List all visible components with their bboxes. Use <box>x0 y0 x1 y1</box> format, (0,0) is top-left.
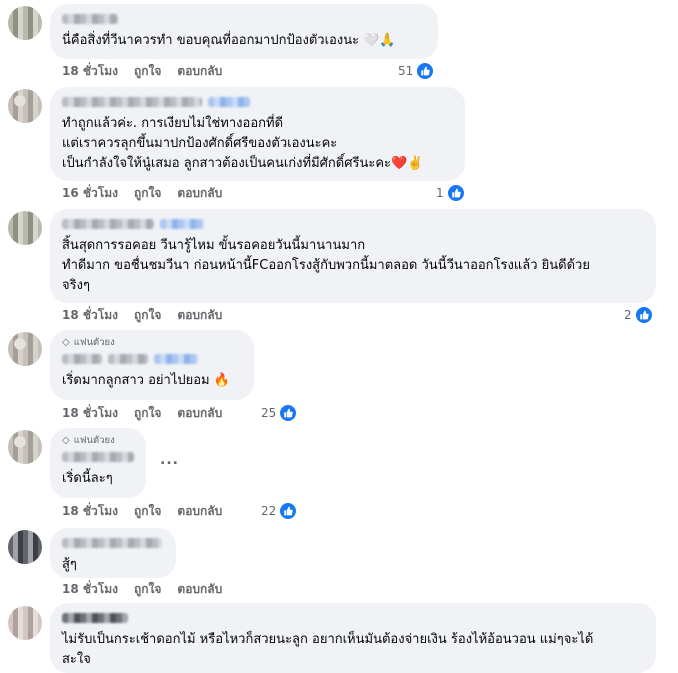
thumbs-up-icon <box>634 306 653 324</box>
like-button[interactable]: ถูกใจ <box>134 503 161 519</box>
fan-badge: ◇ แฟนตัวยง <box>62 336 242 348</box>
comment-text: สู้ๆ <box>62 557 77 572</box>
comment-text: ไม่รับเป็นกระเช้าดอกไม้ หรือไหวก็สวยนะลู… <box>62 632 594 667</box>
commenter-name[interactable] <box>62 95 453 109</box>
comment-time[interactable]: 18 ชั่วโมง <box>62 63 118 79</box>
like-button[interactable]: ถูกใจ <box>134 63 161 79</box>
reaction-count[interactable]: 1 <box>436 184 465 202</box>
comment-actions: 16 ชั่วโมง ถูกใจ ตอบกลับ <box>62 185 222 201</box>
fan-badge: ◇ แฟนตัวยง <box>62 434 134 446</box>
commenter-name[interactable] <box>62 450 134 464</box>
like-count: 2 <box>624 308 632 322</box>
comment-bubble: สู้ๆ <box>50 528 176 578</box>
reply-button[interactable]: ตอบกลับ <box>177 307 222 323</box>
fan-badge-label: แฟนตัวยง <box>73 434 115 446</box>
avatar[interactable] <box>8 332 42 366</box>
reaction-count[interactable]: 25 <box>261 404 298 422</box>
comment-actions: 18 ชั่วโมง ถูกใจ ตอบกลับ <box>62 581 222 597</box>
avatar[interactable] <box>8 89 42 123</box>
avatar[interactable] <box>8 430 42 464</box>
reply-button[interactable]: ตอบกลับ <box>177 185 222 201</box>
commenter-name[interactable] <box>62 352 242 366</box>
like-count: 22 <box>261 504 277 518</box>
comment-time[interactable]: 16 ชั่วโมง <box>62 185 118 201</box>
comment-time[interactable]: 18 ชั่วโมง <box>62 307 118 323</box>
reply-button[interactable]: ตอบกลับ <box>177 581 222 597</box>
avatar[interactable] <box>8 606 42 640</box>
comment-actions: 18 ชั่วโมง ถูกใจ ตอบกลับ <box>62 503 222 519</box>
comment-bubble: สิ้นสุดการรอคอย วีนารู้ไหม ขั้นรอคอยวันน… <box>50 209 656 303</box>
like-button[interactable]: ถูกใจ <box>134 581 161 597</box>
reaction-count[interactable]: 2 <box>624 306 653 324</box>
avatar[interactable] <box>8 530 42 564</box>
commenter-name[interactable] <box>62 12 426 26</box>
reaction-count[interactable]: 51 <box>398 62 435 80</box>
diamond-icon: ◇ <box>62 336 70 348</box>
comment-text: นี่คือสิ่งที่วีนาควรทำ ขอบคุณที่ออกมาปกป… <box>62 33 396 48</box>
commenter-name[interactable] <box>62 536 164 550</box>
like-count: 51 <box>398 64 414 78</box>
like-button[interactable]: ถูกใจ <box>134 405 161 421</box>
fan-badge-label: แฟนตัวยง <box>73 336 115 348</box>
thumbs-up-icon <box>416 62 435 80</box>
commenter-name[interactable] <box>62 611 644 625</box>
comment-bubble: ◇ แฟนตัวยง เริ่ดนี้ละๆ <box>50 428 146 498</box>
thumbs-up-icon <box>279 502 298 520</box>
comment-time[interactable]: 18 ชั่วโมง <box>62 581 118 597</box>
reaction-count[interactable]: 22 <box>261 502 298 520</box>
avatar[interactable] <box>8 6 42 40</box>
comment-actions: 18 ชั่วโมง ถูกใจ ตอบกลับ <box>62 307 222 323</box>
comment-actions: 18 ชั่วโมง ถูกใจ ตอบกลับ <box>62 63 222 79</box>
comment-actions: 18 ชั่วโมง ถูกใจ ตอบกลับ <box>62 405 222 421</box>
comment-bubble: ทำถูกแล้วค่ะ. การเงียบไม่ใช่ทางออกที่ดี … <box>50 87 465 181</box>
reply-button[interactable]: ตอบกลับ <box>177 63 222 79</box>
diamond-icon: ◇ <box>62 434 70 446</box>
comment-time[interactable]: 18 ชั่วโมง <box>62 405 118 421</box>
like-button[interactable]: ถูกใจ <box>134 307 161 323</box>
avatar[interactable] <box>8 211 42 245</box>
thumbs-up-icon <box>446 184 465 202</box>
comment-bubble: นี่คือสิ่งที่วีนาควรทำ ขอบคุณที่ออกมาปกป… <box>50 4 438 59</box>
commenter-name[interactable] <box>62 217 644 231</box>
comment-text: สิ้นสุดการรอคอย วีนารู้ไหม ขั้นรอคอยวันน… <box>62 238 590 293</box>
thumbs-up-icon <box>279 404 298 422</box>
reply-button[interactable]: ตอบกลับ <box>177 405 222 421</box>
comment-bubble: ◇ แฟนตัวยง เริ่ดมากลูกสาว อย่าไปยอม 🔥 <box>50 330 254 400</box>
comment-text: ทำถูกแล้วค่ะ. การเงียบไม่ใช่ทางออกที่ดี … <box>62 116 424 171</box>
like-count: 25 <box>261 406 277 420</box>
like-count: 1 <box>436 186 444 200</box>
comment-text: เริ่ดมากลูกสาว อย่าไปยอม 🔥 <box>62 373 230 388</box>
more-icon[interactable]: ... <box>160 452 179 468</box>
comment-time[interactable]: 18 ชั่วโมง <box>62 503 118 519</box>
reply-button[interactable]: ตอบกลับ <box>177 503 222 519</box>
comment-text: เริ่ดนี้ละๆ <box>62 471 113 486</box>
like-button[interactable]: ถูกใจ <box>134 185 161 201</box>
